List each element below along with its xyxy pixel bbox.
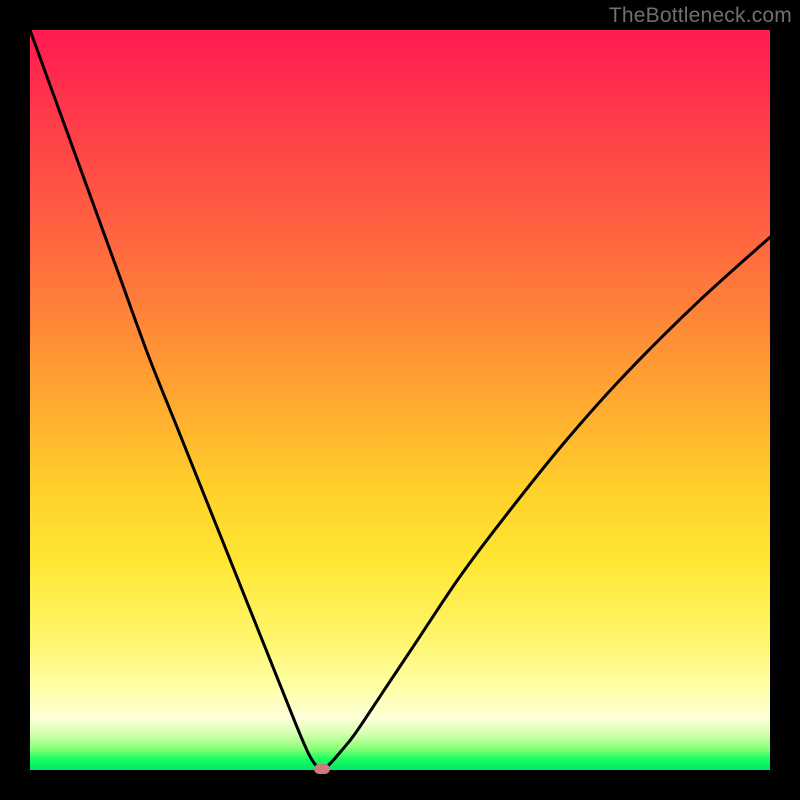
chart-frame: TheBottleneck.com [0,0,800,800]
attribution-label: TheBottleneck.com [609,4,792,28]
optimal-point-marker [314,764,330,774]
bottleneck-curve [30,30,770,770]
plot-area [30,30,770,770]
